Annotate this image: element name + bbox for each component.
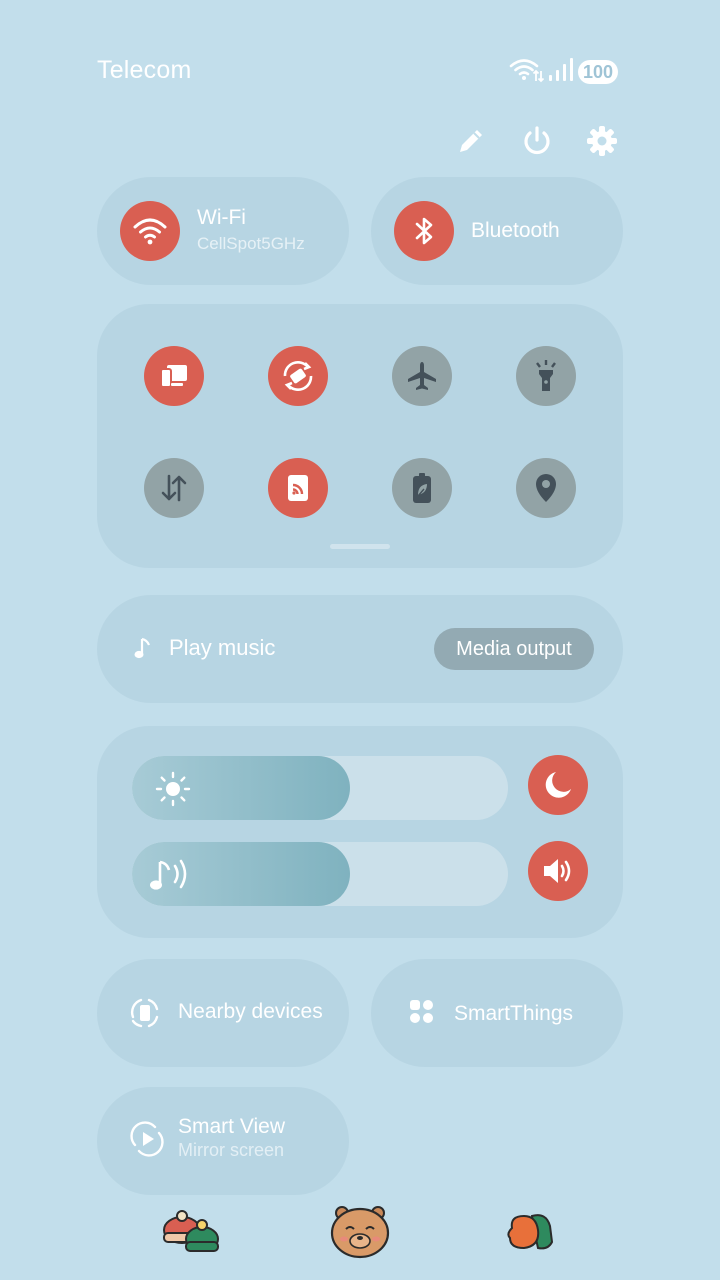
nearby-devices-tile[interactable]: Nearby devices	[97, 959, 349, 1067]
capybara-sticker	[328, 1203, 392, 1264]
auto-rotate-toggle[interactable]	[268, 346, 328, 406]
beanie-hats-sticker	[160, 1206, 222, 1261]
carrier-name: Telecom	[97, 56, 192, 84]
airplane-toggle[interactable]	[392, 346, 452, 406]
smart-view-icon	[130, 1121, 164, 1157]
mobile-data-icon	[161, 474, 187, 502]
flashlight-icon	[536, 360, 556, 391]
panel-drag-handle[interactable]	[330, 544, 390, 549]
bluetooth-tile[interactable]: Bluetooth	[371, 177, 623, 285]
power-saving-icon	[413, 473, 431, 503]
media-output-button[interactable]: Media output	[434, 628, 594, 670]
wifi-tile[interactable]: Wi-Fi CellSpot5GHz	[97, 177, 349, 285]
moon-icon	[545, 772, 571, 798]
edit-button[interactable]	[451, 121, 491, 161]
nearby-devices-label: Nearby devices	[178, 1000, 323, 1023]
smart-view-subtitle: Mirror screen	[178, 1140, 285, 1160]
sun-icon	[155, 771, 191, 807]
auto-rotate-icon	[283, 360, 313, 392]
music-volume-icon	[150, 859, 187, 890]
mittens-sticker	[504, 1210, 556, 1259]
signal-icon	[548, 57, 574, 88]
wifi-title: Wi-Fi	[197, 206, 246, 229]
smart-view-tile[interactable]: Smart View Mirror screen	[97, 1087, 349, 1195]
brightness-slider[interactable]	[132, 756, 508, 820]
location-icon	[536, 474, 556, 502]
power-icon	[524, 126, 550, 155]
wifi-icon	[133, 218, 167, 245]
speaker-icon	[544, 859, 571, 883]
power-saving-toggle[interactable]	[392, 458, 452, 518]
pencil-icon	[460, 130, 482, 152]
quick-toggle-panel	[97, 304, 623, 568]
nearby-devices-icon	[130, 998, 159, 1028]
smartthings-icon	[410, 1000, 433, 1023]
wifi-network-name: CellSpot5GHz	[197, 234, 305, 253]
bluetooth-icon	[415, 217, 433, 245]
bluetooth-toggle[interactable]	[394, 201, 454, 261]
location-toggle[interactable]	[516, 458, 576, 518]
gear-icon	[587, 126, 617, 156]
dex-toggle[interactable]	[144, 346, 204, 406]
bluetooth-title: Bluetooth	[471, 219, 560, 242]
music-note-icon	[134, 637, 151, 659]
smartthings-label: SmartThings	[454, 1002, 574, 1025]
smart-view-title: Smart View	[178, 1115, 285, 1138]
power-button[interactable]	[517, 121, 557, 161]
hotspot-icon	[288, 475, 308, 501]
airplane-icon	[408, 362, 436, 390]
settings-button[interactable]	[582, 121, 622, 161]
hotspot-toggle[interactable]	[268, 458, 328, 518]
battery-indicator: 100	[578, 60, 618, 84]
sound-mode-toggle[interactable]	[528, 841, 588, 901]
flashlight-toggle[interactable]	[516, 346, 576, 406]
night-mode-toggle[interactable]	[528, 755, 588, 815]
smartthings-tile[interactable]: SmartThings	[371, 959, 623, 1067]
mobile-data-toggle[interactable]	[144, 458, 204, 518]
wifi-toggle[interactable]	[120, 201, 180, 261]
status-icons: 100	[508, 57, 618, 88]
wifi-data-icon	[508, 57, 545, 88]
play-music-label: Play music	[169, 635, 276, 660]
volume-slider[interactable]	[132, 842, 508, 906]
dex-icon	[160, 365, 187, 388]
